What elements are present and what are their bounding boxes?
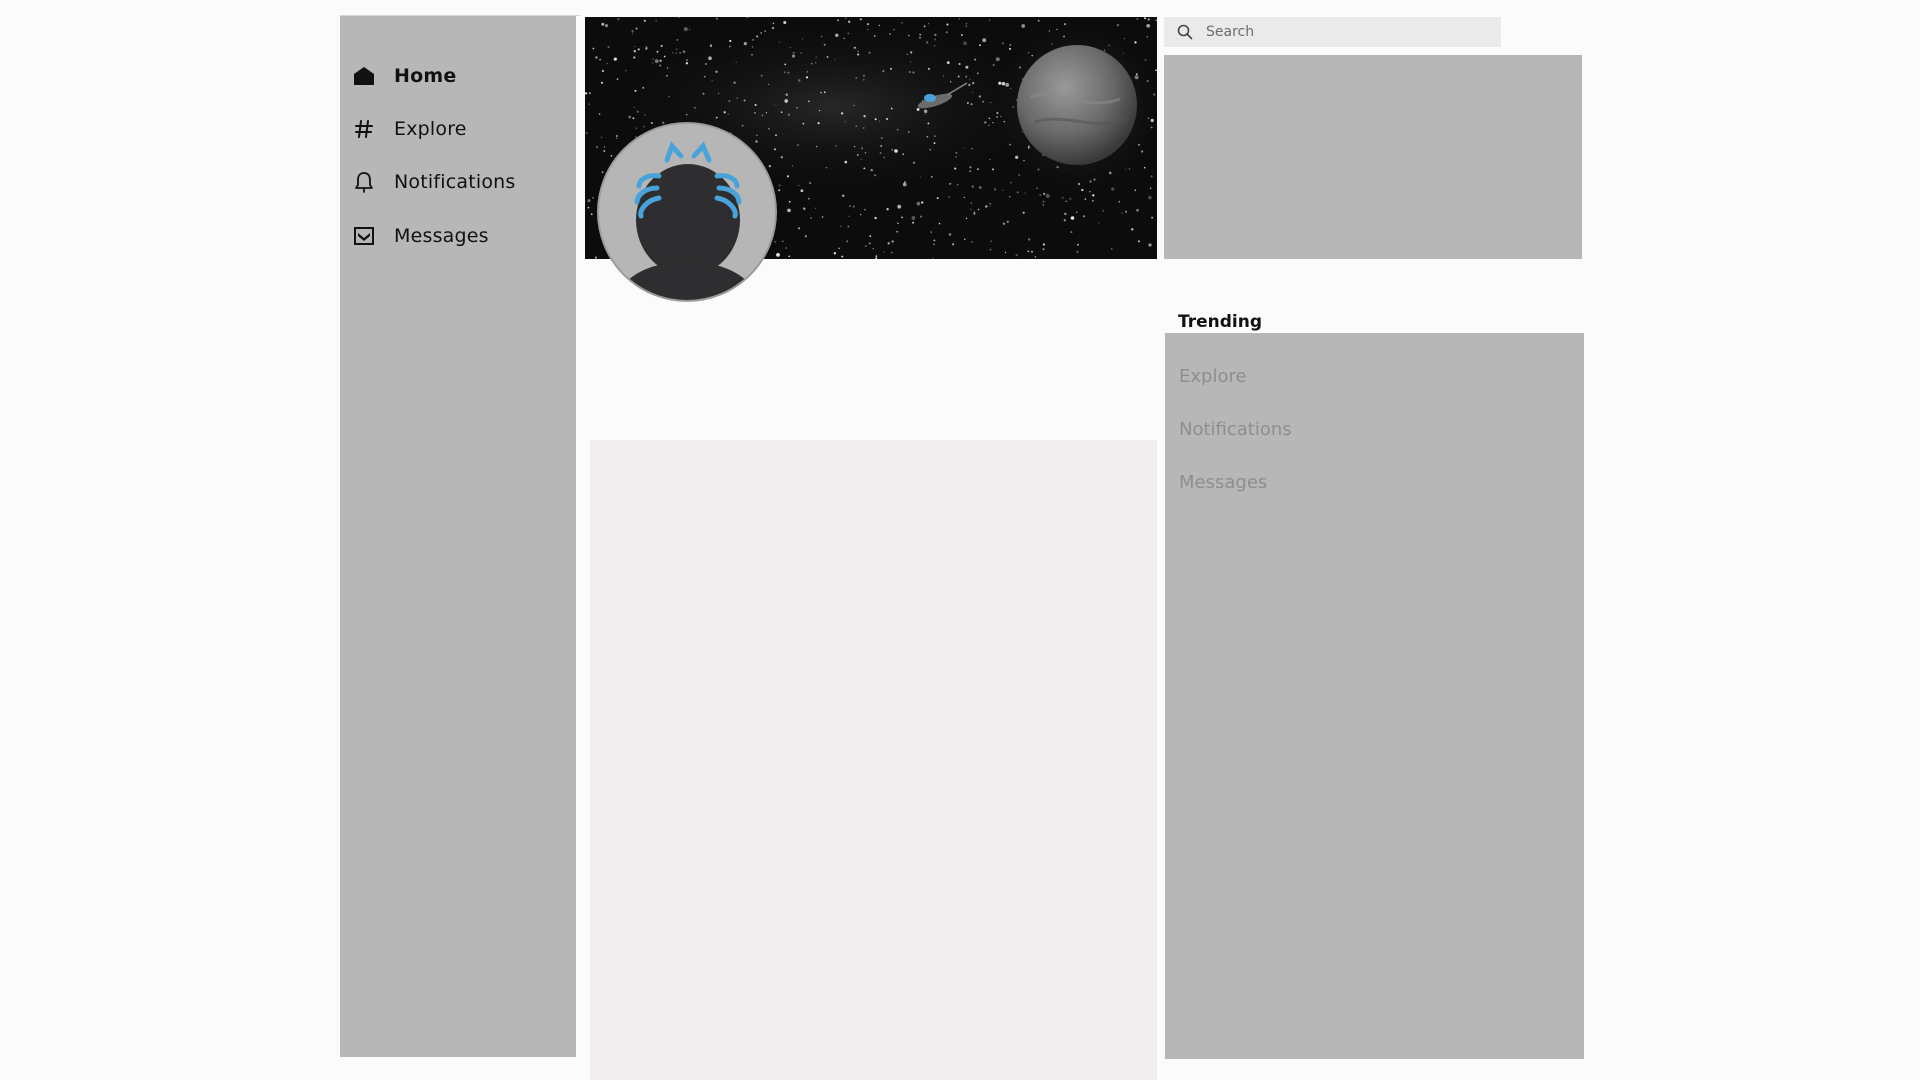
silhouette-head [636,164,740,276]
sidebar-item-notifications[interactable]: Notifications [352,162,562,202]
trending-heading: Trending [1178,312,1263,332]
trending-panel: Explore Notifications Messages [1165,333,1584,1059]
hashtag-icon [352,117,376,141]
search-bar[interactable] [1164,17,1501,47]
sidebar-item-home[interactable]: Home [352,56,562,96]
trending-item-notifications[interactable]: Notifications [1179,419,1292,440]
inbox-icon [352,224,376,248]
sidebar-item-messages[interactable]: Messages [352,216,562,256]
trending-item-messages[interactable]: Messages [1179,472,1267,493]
sidebar-item-label: Home [394,65,457,87]
search-icon [1176,23,1194,41]
sidebar-item-label: Messages [394,225,489,247]
home-icon [352,64,376,88]
sidebar-item-label: Notifications [394,171,516,193]
bell-icon [352,170,376,194]
feed-panel [590,440,1157,1080]
promo-panel [1164,55,1582,259]
sidebar-nav: Home Explore Notifications Messages [340,16,576,1057]
profile-avatar[interactable] [597,122,777,302]
sidebar-item-label: Explore [394,118,467,140]
sidebar-item-explore[interactable]: Explore [352,109,562,149]
search-input[interactable] [1206,17,1501,47]
trending-item-explore[interactable]: Explore [1179,366,1247,387]
planet-illustration [1017,45,1137,165]
